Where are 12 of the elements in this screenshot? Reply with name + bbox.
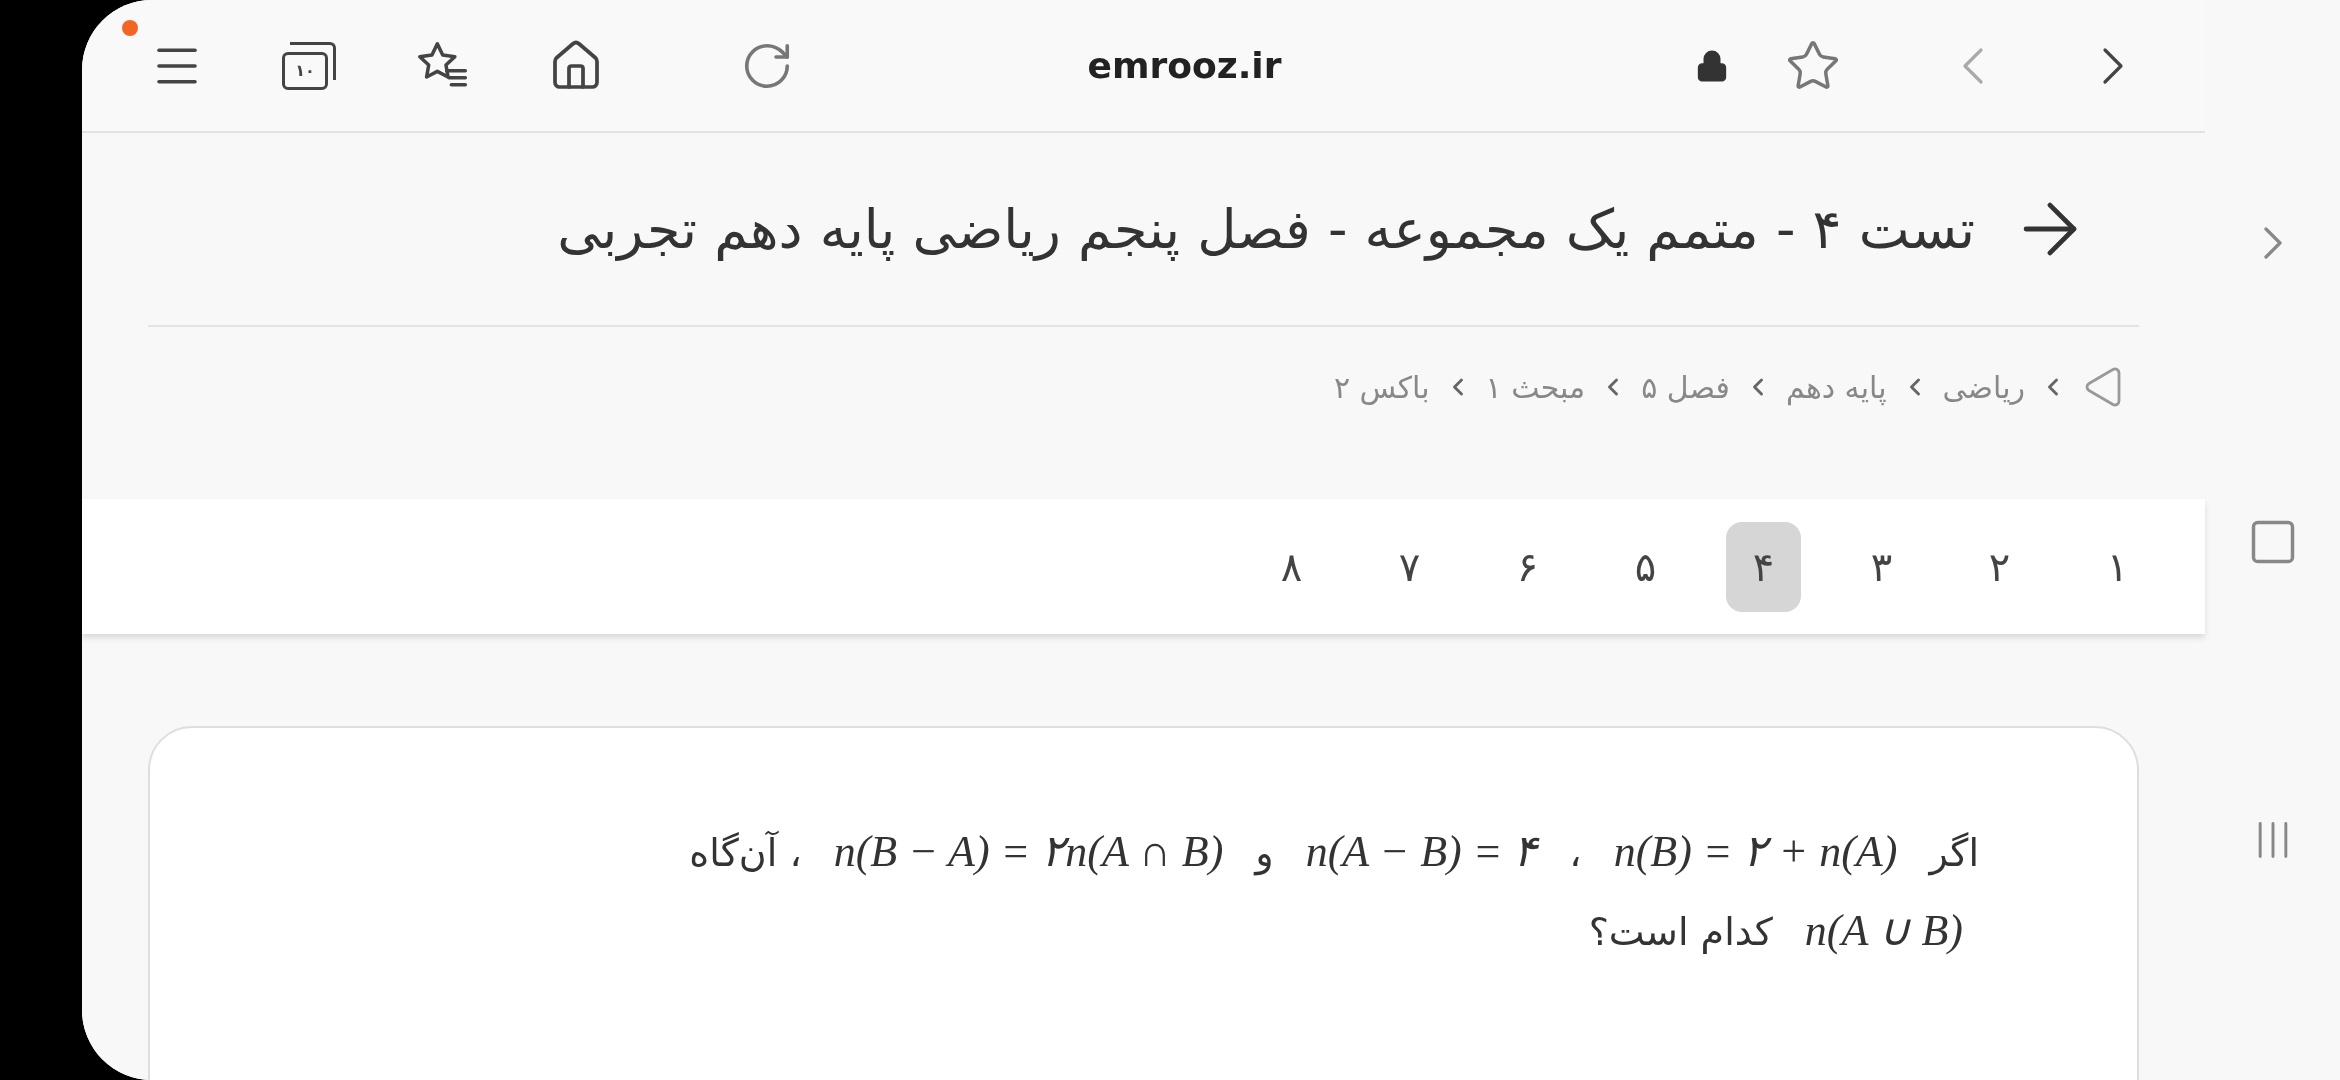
question-text: اگر n(B) = ۲ + n(A) ، n(A − B) = ۴ و n(B − A) = ۲n(A ∩ B) ، آن‌گاه [688, 826, 1980, 878]
page-tab[interactable]: ۵ [1608, 521, 1683, 612]
lock-icon[interactable] [1695, 48, 1729, 83]
page-tab[interactable]: ۳ [1844, 521, 1919, 612]
page-tab[interactable]: ۲ [1962, 521, 2037, 612]
page-tab[interactable]: ۶ [1490, 521, 1565, 612]
page-tab[interactable]: ۴ [1726, 521, 1801, 612]
page-tab[interactable]: ۱ [2080, 521, 2155, 612]
page-title: تست ۴ - متمم یک مجموعه - فصل پنجم ریاضی پایه دهم تجربی [557, 196, 1975, 263]
page-tab[interactable]: ۷ [1372, 521, 1447, 612]
page-tab[interactable]: ۸ [1254, 521, 1329, 612]
url-text[interactable]: emrooz.ir [1087, 38, 1282, 93]
